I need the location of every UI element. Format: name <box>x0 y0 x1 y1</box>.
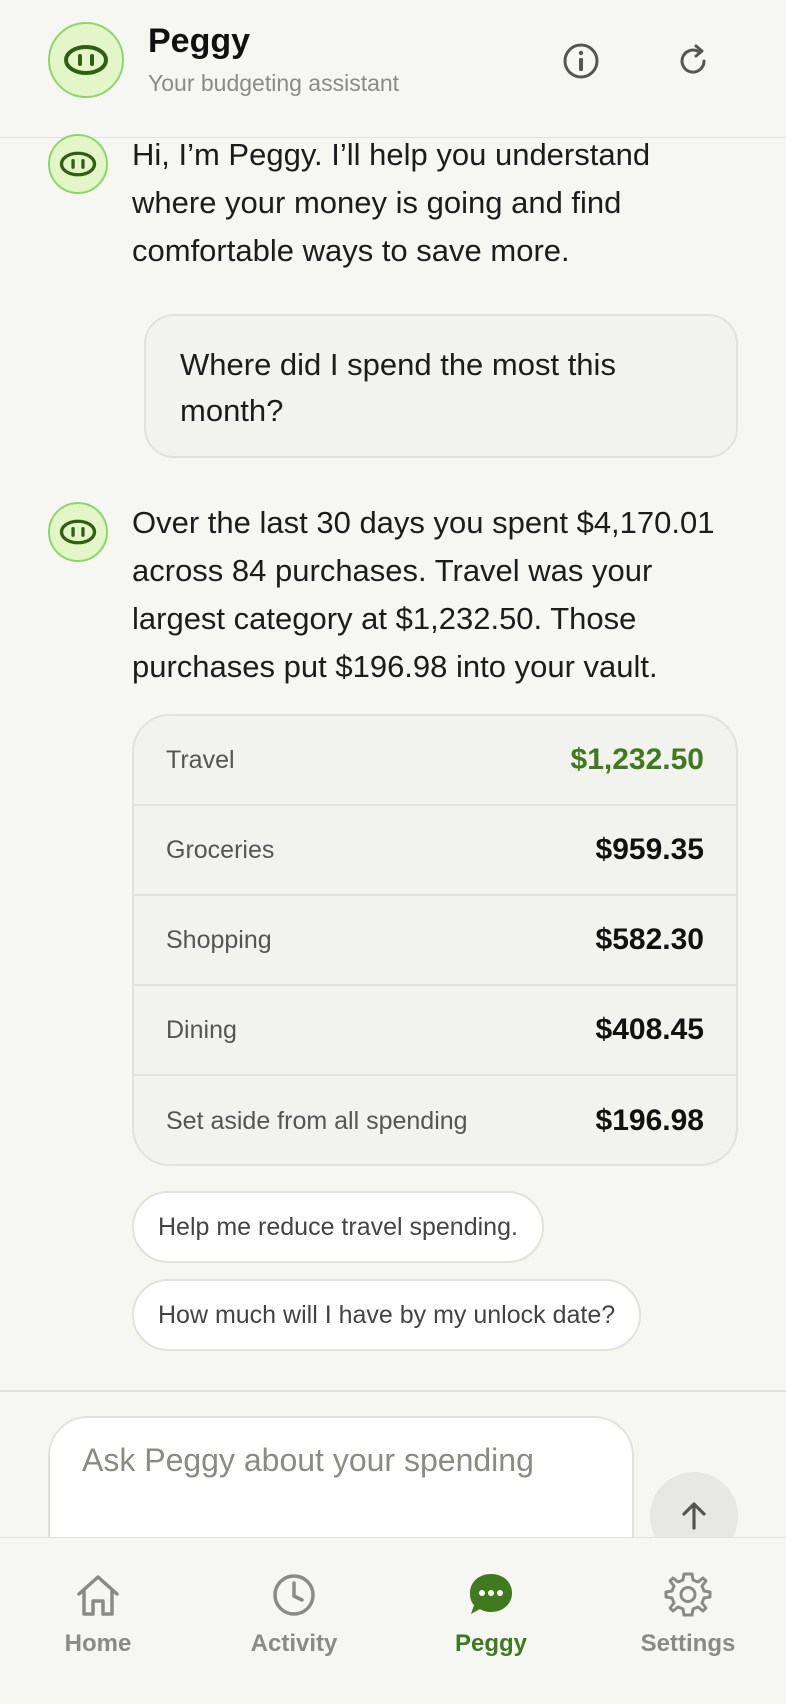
assistant-avatar <box>48 134 108 194</box>
page-title: Peggy <box>148 22 251 60</box>
peggy-avatar <box>48 22 124 98</box>
breakdown-label: Dining <box>166 1015 237 1044</box>
nav-item-peggy[interactable]: Peggy <box>406 1568 576 1668</box>
breakdown-value: $196.98 <box>595 1104 704 1137</box>
nav-label: Activity <box>250 1630 338 1657</box>
bottom-nav: Home Activity Peggy Settings <box>0 1537 786 1704</box>
refresh-icon <box>680 44 706 74</box>
page-subtitle: Your budgeting assistant <box>148 70 400 96</box>
composer-divider <box>0 1390 786 1392</box>
nav-item-activity[interactable]: Activity <box>209 1568 379 1668</box>
info-button[interactable] <box>556 36 606 86</box>
home-icon <box>77 1575 119 1616</box>
pig-snout-icon <box>59 151 97 177</box>
info-icon <box>563 43 599 79</box>
suggestion-chip[interactable]: Help me reduce travel spending. <box>132 1191 544 1263</box>
assistant-avatar <box>48 502 108 562</box>
breakdown-value: $408.45 <box>595 1013 704 1046</box>
breakdown-row: Set aside from all spending $196.98 <box>134 1076 736 1164</box>
pig-snout-icon <box>59 519 97 545</box>
clock-icon <box>273 1574 315 1616</box>
spending-breakdown-card: Travel $1,232.50 Groceries $959.35 Shopp… <box>132 714 738 1166</box>
breakdown-value: $959.35 <box>595 833 704 866</box>
suggestion-chip[interactable]: How much will I have by my unlock date? <box>132 1279 642 1351</box>
assistant-message-intro: Hi, I’m Peggy. I’ll help you understand … <box>132 137 651 268</box>
breakdown-value: $1,232.50 <box>570 743 704 776</box>
breakdown-row: Shopping $582.30 <box>134 896 736 986</box>
breakdown-row: Travel $1,232.50 <box>134 716 736 806</box>
breakdown-row: Groceries $959.35 <box>134 806 736 896</box>
breakdown-label: Travel <box>166 745 235 774</box>
nav-item-settings[interactable]: Settings <box>603 1568 773 1668</box>
user-message: Where did I spend the most this month? <box>144 314 738 458</box>
nav-item-home[interactable]: Home <box>13 1568 183 1668</box>
breakdown-value: $582.30 <box>595 923 704 956</box>
nav-label: Peggy <box>454 1630 528 1657</box>
chat-bubble-icon <box>470 1574 512 1614</box>
breakdown-label: Set aside from all spending <box>166 1106 468 1135</box>
refresh-button[interactable] <box>668 36 718 86</box>
pig-snout-icon <box>64 45 108 75</box>
assistant-message-answer: Over the last 30 days you spent $4,170.0… <box>132 505 715 684</box>
breakdown-label: Groceries <box>166 835 275 864</box>
nav-label: Home <box>64 1630 132 1657</box>
gear-icon <box>664 1572 712 1617</box>
nav-label: Settings <box>640 1630 736 1657</box>
app-header: Peggy Your budgeting assistant <box>0 0 786 138</box>
breakdown-row: Dining $408.45 <box>134 986 736 1076</box>
arrow-up-icon <box>682 1502 706 1530</box>
breakdown-label: Shopping <box>166 925 272 954</box>
